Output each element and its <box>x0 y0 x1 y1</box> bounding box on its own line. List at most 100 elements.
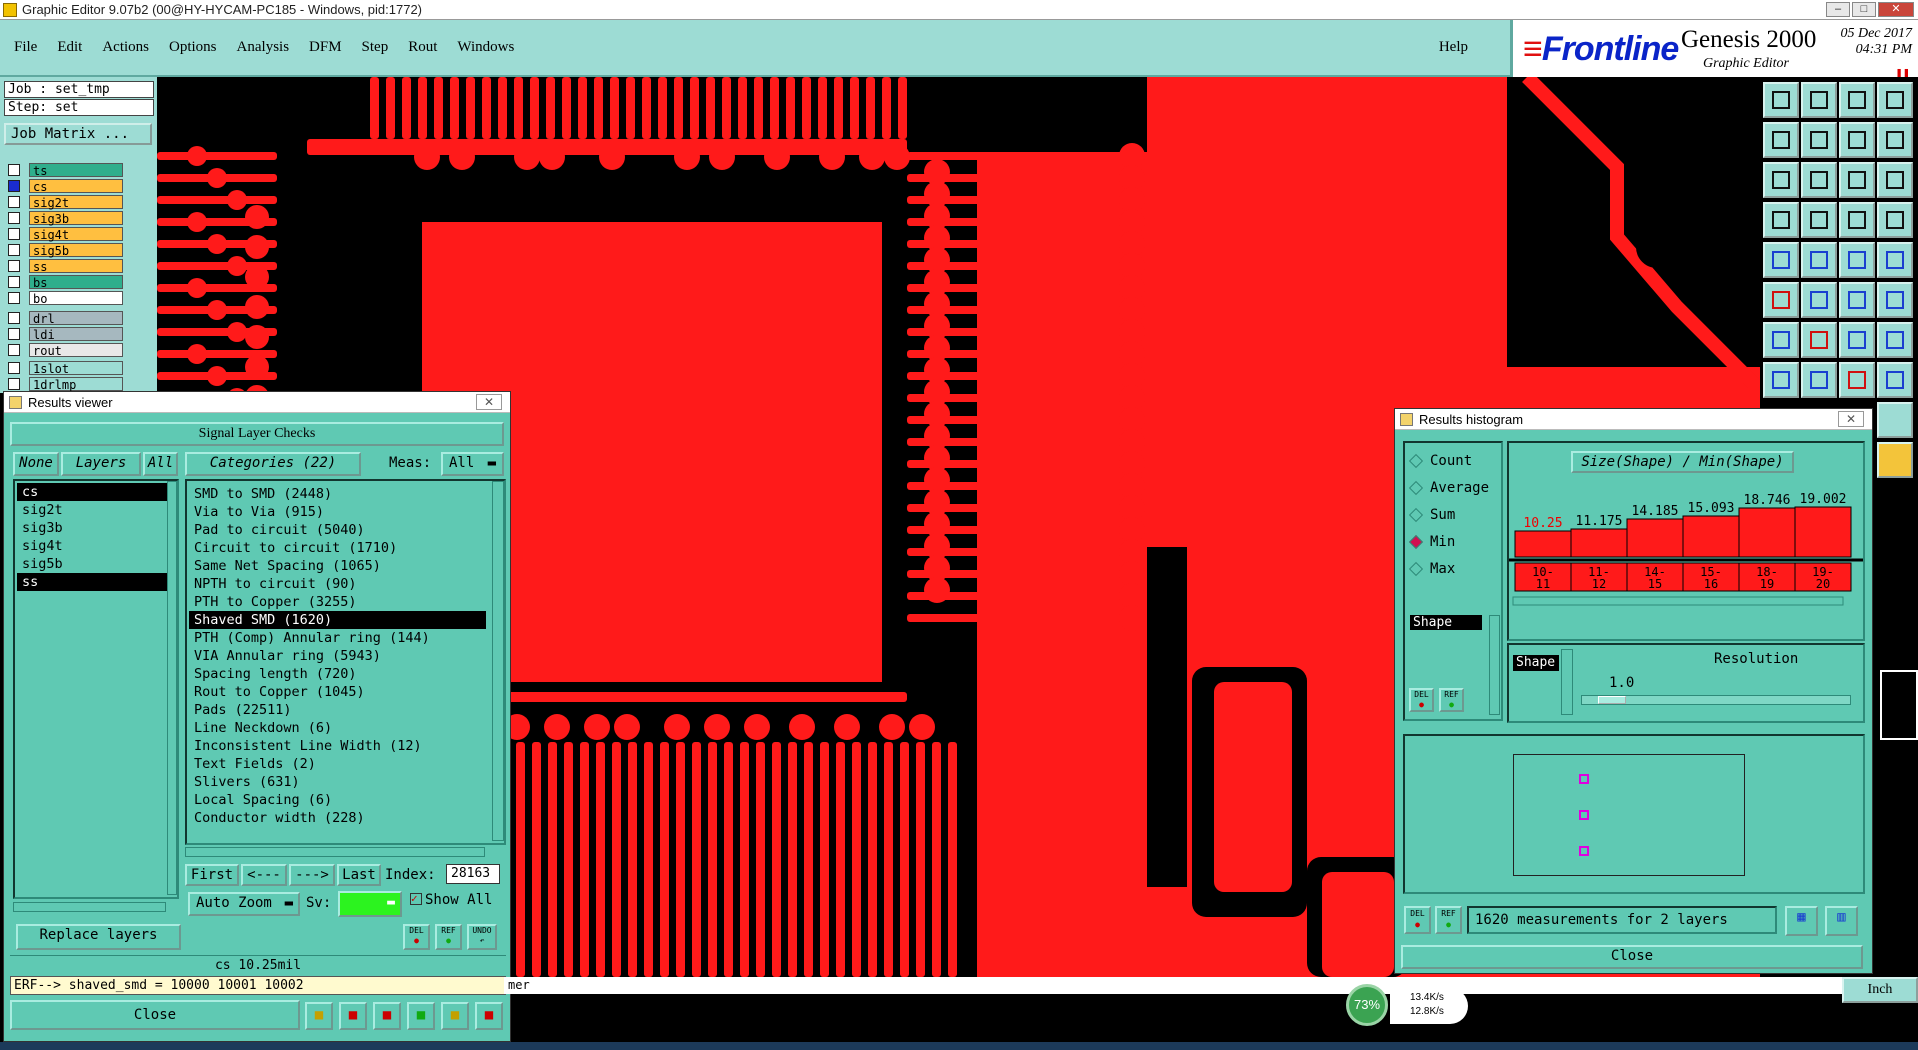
layer-row[interactable]: ldi <box>8 326 123 342</box>
histogram-close-x[interactable]: ✕ <box>1838 411 1864 427</box>
network-meter[interactable]: 13.4K/s 12.8K/s <box>1390 988 1468 1024</box>
route-tool-button[interactable] <box>1877 282 1913 318</box>
layer-checkbox[interactable] <box>8 211 20 224</box>
layer-row[interactable]: ss <box>8 258 123 274</box>
layer-name[interactable]: sig5b <box>29 242 123 258</box>
layer-name[interactable]: sig4t <box>29 226 123 242</box>
resolution-slider-thumb[interactable] <box>1598 696 1626 704</box>
save-tool-button[interactable] <box>1763 82 1799 118</box>
layer-list-item[interactable]: sig5b <box>17 555 167 573</box>
undo-tool-button[interactable] <box>1839 122 1875 158</box>
close-window-button[interactable]: ✕ <box>1878 2 1914 17</box>
layer-name[interactable]: ldi <box>29 326 123 342</box>
first-button[interactable]: First <box>185 864 239 886</box>
help-tool-button[interactable] <box>1877 162 1913 198</box>
category-item[interactable]: Same Net Spacing (1065) <box>189 557 486 575</box>
point-tool-button[interactable] <box>1877 242 1913 278</box>
layer-checkbox[interactable] <box>8 243 20 256</box>
shape-tool-button[interactable] <box>1877 402 1913 438</box>
snap-tool-button[interactable] <box>1763 202 1799 238</box>
cross-tool-button[interactable] <box>1801 282 1837 318</box>
categories-scrollbar[interactable] <box>492 481 504 841</box>
next-button[interactable]: ---> <box>289 864 335 886</box>
category-item[interactable]: Spacing length (720) <box>189 665 486 683</box>
layer-name[interactable]: cs <box>29 178 123 194</box>
layer-name[interactable]: sig2t <box>29 194 123 210</box>
layer-list-item[interactable]: sig3b <box>17 519 167 537</box>
function-option[interactable]: Count <box>1408 453 1472 469</box>
cpu-meter[interactable]: 73% <box>1346 984 1388 1026</box>
radio-diamond-icon[interactable] <box>1408 507 1424 523</box>
all-button[interactable]: All <box>143 452 178 476</box>
category-item[interactable]: Shaved SMD (1620) <box>189 611 486 629</box>
menu-options[interactable]: Options <box>169 39 217 56</box>
histogram-view-button[interactable]: ▦ <box>1785 906 1818 936</box>
layer-checkbox[interactable] <box>8 361 20 374</box>
layer-row[interactable]: cs <box>8 178 123 194</box>
pad-tool-button[interactable] <box>1763 282 1799 318</box>
pointer-tool-button[interactable] <box>1877 442 1913 478</box>
menu-step[interactable]: Step <box>362 39 389 56</box>
categories-hscroll[interactable] <box>185 847 485 857</box>
function-scrollbar[interactable] <box>1489 615 1500 715</box>
layer-checkbox[interactable] <box>8 275 20 288</box>
function-option[interactable]: Min <box>1408 534 1455 550</box>
layer-name[interactable]: rout <box>29 342 123 358</box>
category-item[interactable]: PTH to Copper (3255) <box>189 593 486 611</box>
menu-edit[interactable]: Edit <box>57 39 82 56</box>
histogram-bar[interactable] <box>1514 530 1572 558</box>
category-item[interactable]: Local Spacing (6) <box>189 791 486 809</box>
layer-name[interactable]: ts <box>29 162 123 178</box>
multi-tool-button[interactable] <box>1877 362 1913 398</box>
menu-actions[interactable]: Actions <box>102 39 149 56</box>
zoom-tool-button[interactable] <box>1801 162 1837 198</box>
histogram-bar[interactable] <box>1682 515 1740 558</box>
layer-checkbox[interactable] <box>8 343 20 356</box>
tool-icon[interactable]: ■ <box>441 1002 469 1030</box>
array-tool-button[interactable] <box>1839 362 1875 398</box>
tool-icon[interactable]: ■ <box>339 1002 367 1030</box>
layer-checkbox[interactable] <box>8 311 20 324</box>
category-item[interactable]: PTH (Comp) Annular ring (144) <box>189 629 486 647</box>
index-field[interactable]: 28163 <box>446 864 500 884</box>
layer-name[interactable]: bs <box>29 274 123 290</box>
layer-name[interactable]: bo <box>29 290 123 306</box>
resolution-slider[interactable] <box>1581 695 1851 705</box>
undo-button[interactable]: UNDO ↶ <box>467 924 497 950</box>
layer-checkbox[interactable] <box>8 227 20 240</box>
category-item[interactable]: Pad to circuit (5040) <box>189 521 486 539</box>
sv-color-dropdown[interactable]: ▬ <box>338 891 402 917</box>
layer-row[interactable]: rout <box>8 342 123 358</box>
prev-button[interactable]: <--- <box>241 864 287 886</box>
layers-button[interactable]: Layers <box>61 452 141 476</box>
category-item[interactable]: Pads (22511) <box>189 701 486 719</box>
move-tool-button[interactable] <box>1763 122 1799 158</box>
node-tool-button[interactable] <box>1763 362 1799 398</box>
radio-diamond-icon[interactable] <box>1408 453 1424 469</box>
category-item[interactable]: Conductor width (228) <box>189 809 486 827</box>
layer-row[interactable]: 1slot <box>8 360 123 376</box>
none-button[interactable]: None <box>13 452 59 476</box>
category-item[interactable]: Slivers (631) <box>189 773 486 791</box>
fit-tool-button[interactable] <box>1763 162 1799 198</box>
histogram-bar[interactable] <box>1570 528 1628 558</box>
layer-row[interactable]: sig3b <box>8 210 123 226</box>
layer-row[interactable]: sig4t <box>8 226 123 242</box>
function-option[interactable]: Average <box>1408 480 1489 496</box>
layer-checkbox[interactable] <box>8 163 20 176</box>
menu-dfm[interactable]: DFM <box>309 39 342 56</box>
histogram-export-button[interactable]: ▥ <box>1825 906 1858 936</box>
redo-tool-button[interactable] <box>1877 122 1913 158</box>
hg-bottom-del-button[interactable]: DEL ● <box>1404 906 1431 934</box>
layer-list-item[interactable]: ss <box>17 573 167 591</box>
del-button[interactable]: DEL ● <box>403 924 430 950</box>
layer-list-item[interactable]: cs <box>17 483 167 501</box>
hg-ref-button[interactable]: REF ● <box>1439 688 1464 712</box>
auto-zoom-dropdown[interactable]: Auto Zoom ▬ <box>188 892 300 916</box>
select-tool-button[interactable] <box>1763 242 1799 278</box>
layer-row[interactable]: bs <box>8 274 123 290</box>
function-option[interactable]: Sum <box>1408 507 1455 523</box>
minimize-button[interactable]: – <box>1826 2 1850 17</box>
layer-checkbox[interactable] <box>8 179 20 192</box>
category-item[interactable]: VIA Annular ring (5943) <box>189 647 486 665</box>
